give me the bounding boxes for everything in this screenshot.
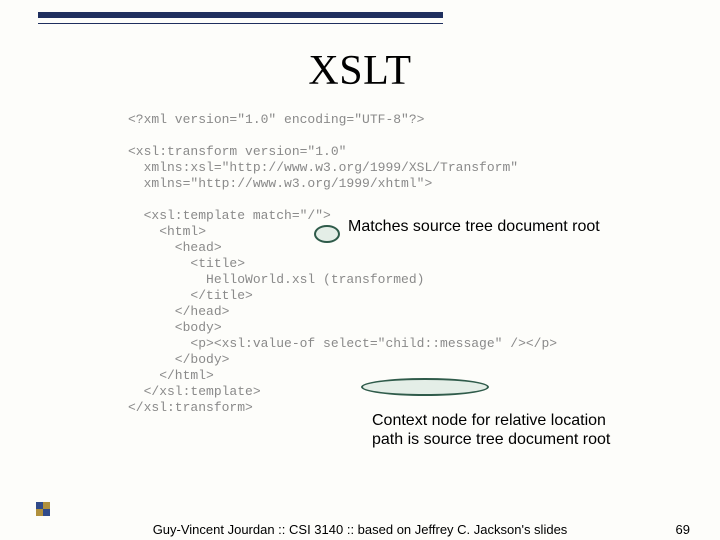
footer-page-number: 69 xyxy=(676,522,690,537)
decorative-corner-icon xyxy=(36,502,50,516)
highlight-oval-match xyxy=(314,225,340,243)
title-rule-thin xyxy=(38,23,443,24)
title-rule-thick xyxy=(38,12,443,18)
footer-attribution: Guy-Vincent Jourdan :: CSI 3140 :: based… xyxy=(0,522,720,537)
callout-context-node: Context node for relative location path … xyxy=(372,411,692,449)
code-listing: <?xml version="1.0" encoding="UTF-8"?> <… xyxy=(128,112,588,416)
slide-title: XSLT xyxy=(0,47,720,95)
callout-context-line2: path is source tree document root xyxy=(372,431,610,448)
callout-context-line1: Context node for relative location xyxy=(372,412,606,429)
callout-matches-root: Matches source tree document root xyxy=(348,217,668,236)
slide: XSLT <?xml version="1.0" encoding="UTF-8… xyxy=(0,0,720,540)
highlight-oval-select xyxy=(361,378,489,396)
